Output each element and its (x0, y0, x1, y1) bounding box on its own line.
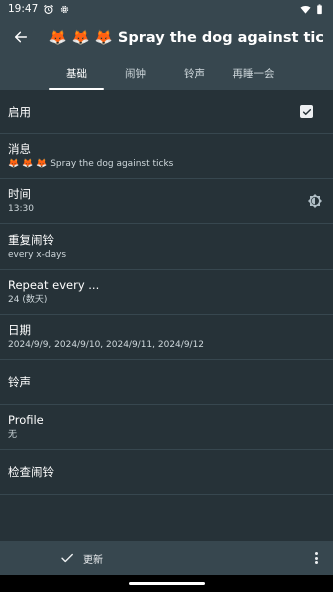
tab-basic[interactable]: 基础 (47, 56, 106, 90)
profile-label: Profile (8, 413, 44, 427)
home-handle[interactable] (128, 582, 205, 585)
tab-alarm[interactable]: 闹钟 (106, 56, 165, 90)
time-label: 时间 (8, 187, 31, 201)
system-nav-bar (0, 575, 333, 592)
repeat-every-row[interactable]: Repeat every ... 24 (数天) (0, 270, 333, 315)
date-label: 日期 (8, 323, 31, 337)
repeat-alarm-label: 重复闹铃 (8, 232, 54, 247)
repeat-alarm-value: every x-days (8, 249, 67, 260)
ringtone-label: 铃声 (8, 375, 31, 389)
status-bar: 19:47 (0, 0, 333, 18)
tab-bar: 基础 闹钟 铃声 再睡一会 (0, 56, 333, 90)
battery-icon (317, 3, 322, 14)
update-label: 更新 (83, 554, 103, 566)
update-button[interactable]: 更新 (60, 551, 103, 566)
repeat-every-value: 24 (数天) (8, 295, 48, 305)
repeat-alarm-row[interactable]: 重复闹铃 every x-days (0, 224, 333, 270)
bottom-bar: 更新 (0, 541, 333, 575)
message-value: 🦊 🦊 🦊 Spray the dog against ticks (8, 159, 174, 169)
more-vert-icon[interactable] (313, 549, 319, 567)
ringtone-row[interactable]: 铃声 (0, 360, 333, 405)
enabled-row[interactable]: 启用 (0, 90, 333, 134)
alarm-icon (44, 4, 54, 14)
date-row[interactable]: 日期 2024/9/9, 2024/9/10, 2024/9/11, 2024/… (0, 315, 333, 360)
page-title: 🦊 🦊 🦊 Spray the dog against ticks (48, 29, 325, 46)
check-icon (61, 553, 73, 563)
message-label: 消息 (8, 142, 31, 156)
wifi-icon (300, 5, 311, 14)
check-alarm-row[interactable]: 检查闹铃 (0, 450, 333, 495)
settings-list: 启用 消息 🦊 🦊 🦊 Spray the dog against ticks … (0, 90, 333, 495)
app-bar: 🦊 🦊 🦊 Spray the dog against ticks (0, 18, 333, 56)
enabled-label: 启用 (8, 104, 31, 119)
tab-ringtone[interactable]: 铃声 (165, 56, 224, 90)
arrow-left-icon (15, 31, 28, 43)
brightness-icon[interactable] (307, 193, 323, 209)
settings-icon (61, 5, 69, 13)
check-icon (302, 108, 311, 115)
repeat-every-label: Repeat every ... (8, 278, 100, 292)
check-alarm-label: 检查闹铃 (8, 465, 54, 479)
enabled-checkbox[interactable] (300, 105, 313, 118)
time-value: 13:30 (8, 204, 34, 214)
status-time: 19:47 (8, 3, 39, 15)
back-button[interactable] (10, 25, 33, 49)
profile-value: 无 (8, 430, 18, 440)
profile-row[interactable]: Profile 无 (0, 405, 333, 450)
time-row[interactable]: 时间 13:30 (0, 179, 333, 224)
date-value: 2024/9/9, 2024/9/10, 2024/9/11, 2024/9/1… (8, 340, 205, 350)
tab-snooze[interactable]: 再睡一会 (224, 56, 283, 90)
message-row[interactable]: 消息 🦊 🦊 🦊 Spray the dog against ticks (0, 134, 333, 179)
